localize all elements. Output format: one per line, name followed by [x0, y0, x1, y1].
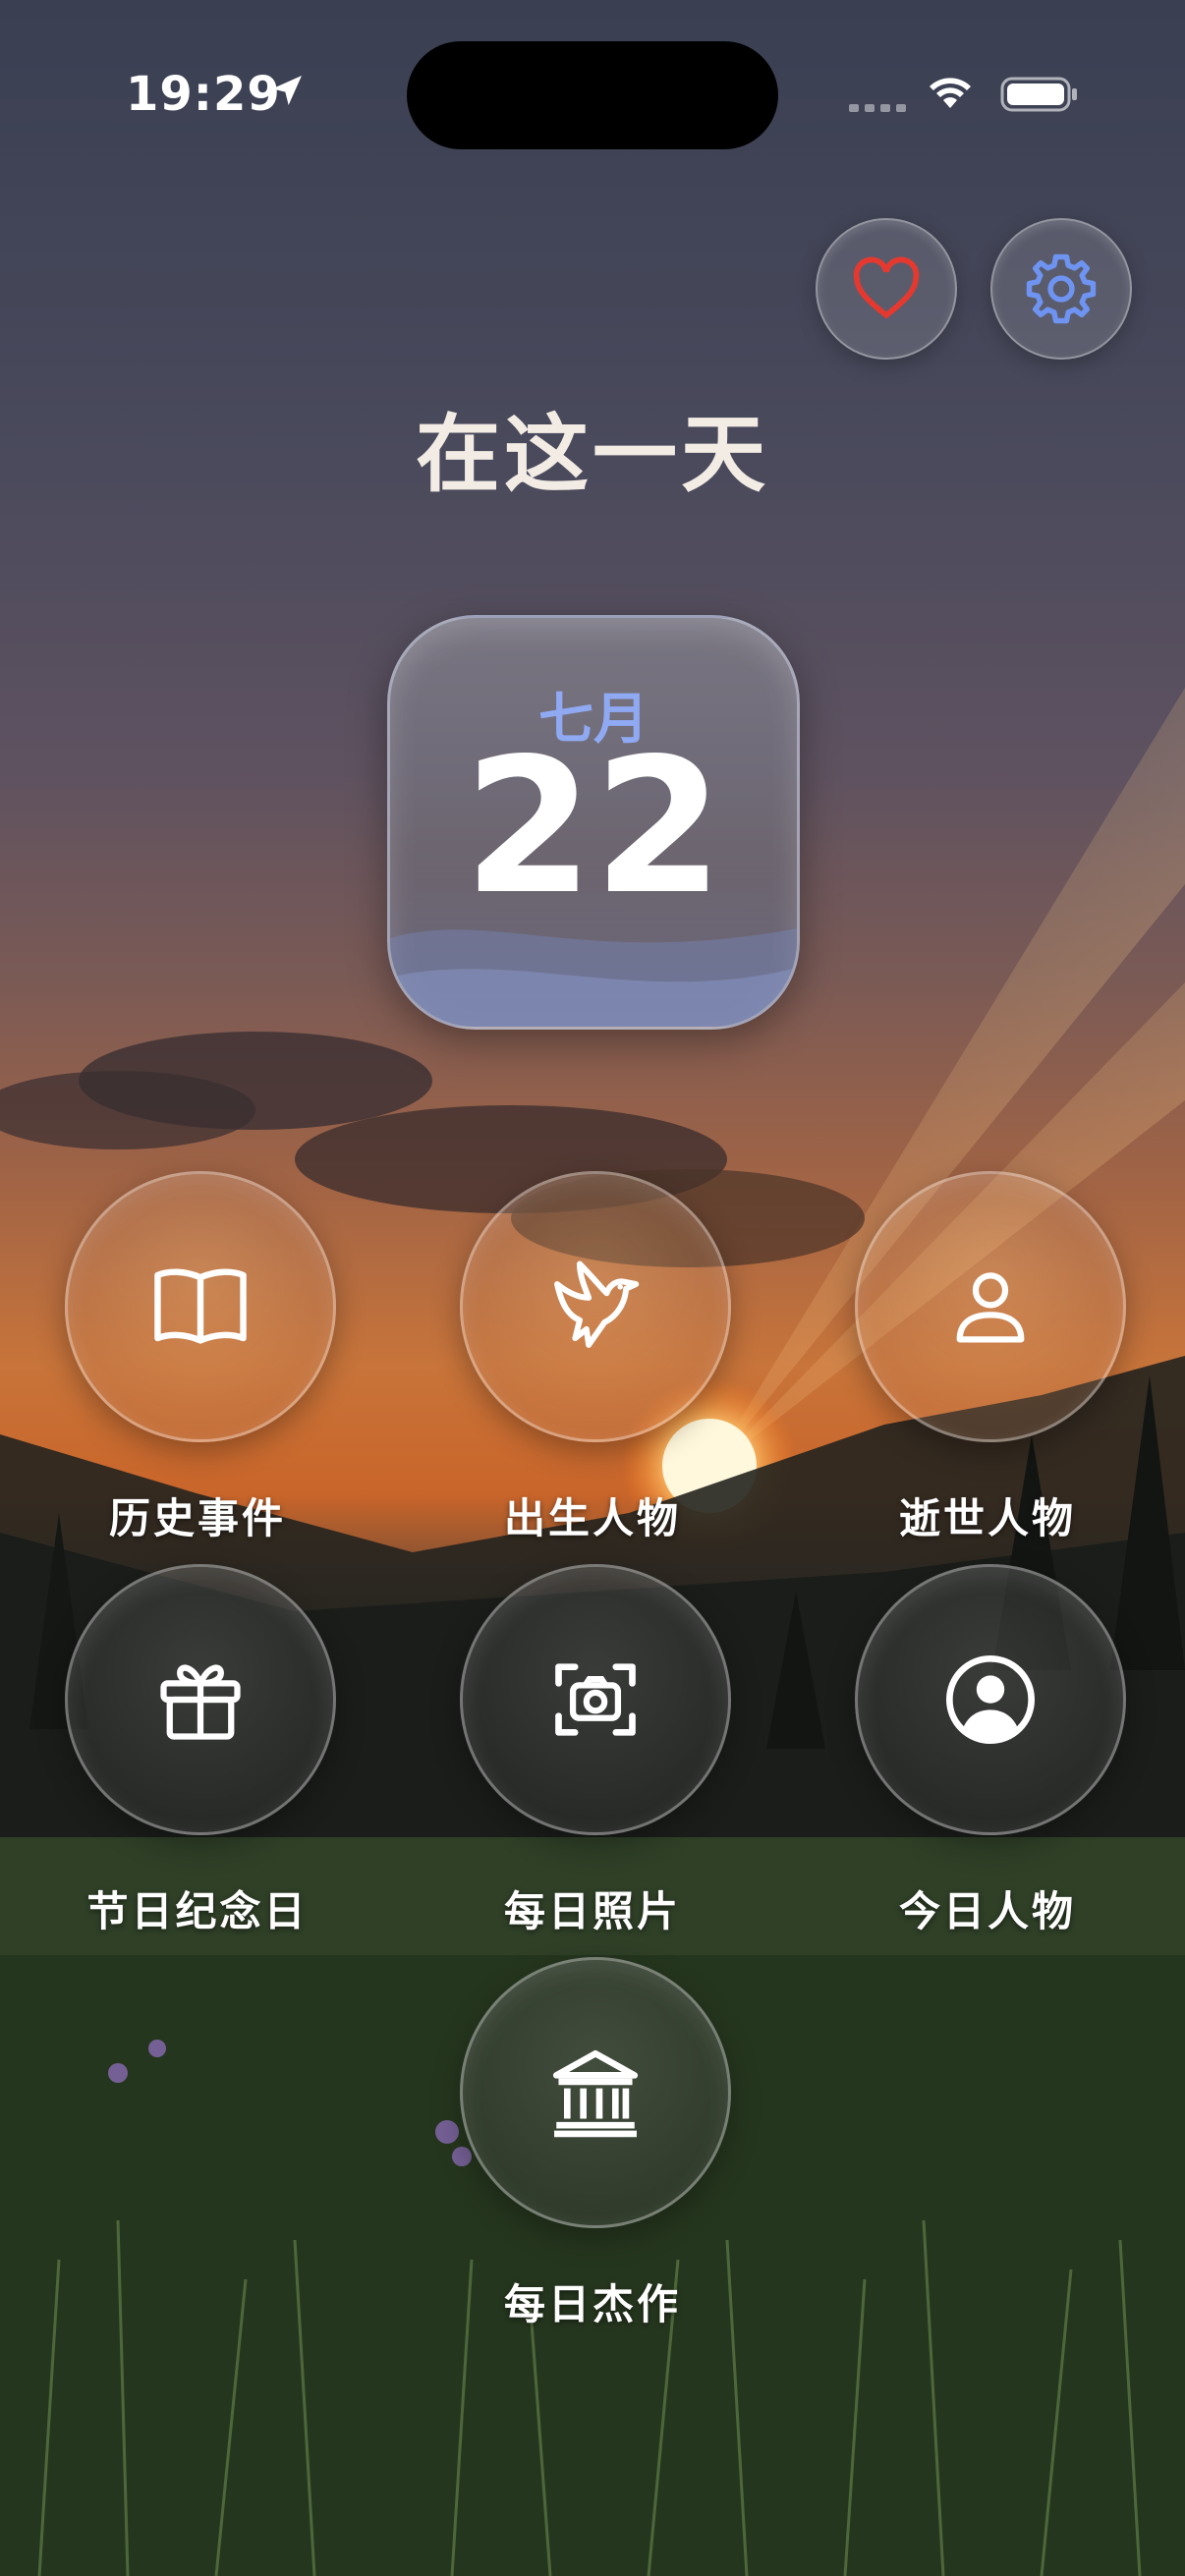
museum-icon: [552, 2049, 639, 2138]
dynamic-island: [407, 41, 778, 149]
page-title: 在这一天: [416, 406, 769, 504]
tile-person-of-day[interactable]: 今日人物: [855, 1564, 1126, 1938]
tile-label: 逝世人物: [898, 1494, 1076, 1542]
tile-label: 每日照片: [503, 1887, 681, 1935]
tile-history-events[interactable]: 历史事件: [65, 1171, 336, 1545]
deaths-button[interactable]: [855, 1171, 1126, 1442]
battery-icon: [1000, 77, 1077, 112]
wifi-icon: [930, 78, 971, 108]
tile-holidays[interactable]: 节日纪念日: [65, 1564, 336, 1938]
tile-daily-photo[interactable]: 每日照片: [460, 1564, 731, 1938]
settings-button[interactable]: [990, 218, 1132, 360]
births-button[interactable]: [460, 1171, 731, 1442]
tile-masterpiece[interactable]: 每日杰作: [460, 1957, 731, 2331]
book-icon: [154, 1268, 247, 1344]
masterpiece-button[interactable]: [460, 1957, 731, 2228]
heart-icon: [853, 256, 920, 319]
person-circle-icon: [946, 1655, 1035, 1744]
tile-label: 节日纪念日: [86, 1887, 309, 1935]
bird-icon: [554, 1260, 640, 1348]
status-bar: 19:29: [0, 0, 1185, 157]
location-arrow-icon: [272, 76, 302, 105]
status-time: 19:29: [126, 67, 281, 122]
date-card[interactable]: 七月 22: [387, 615, 800, 1030]
holidays-button[interactable]: [65, 1564, 336, 1835]
tile-label: 每日杰作: [503, 2280, 681, 2328]
favorites-button[interactable]: [816, 218, 957, 360]
date-day: 22: [463, 718, 724, 935]
tile-label: 今日人物: [898, 1887, 1076, 1935]
gift-icon: [160, 1664, 241, 1740]
tile-births[interactable]: 出生人物: [460, 1171, 731, 1545]
tile-label: 历史事件: [108, 1494, 286, 1542]
gear-icon: [1026, 253, 1097, 324]
camera-icon: [555, 1663, 636, 1736]
daily-photo-button[interactable]: [460, 1564, 731, 1835]
history-events-button[interactable]: [65, 1171, 336, 1442]
person-of-day-button[interactable]: [855, 1564, 1126, 1835]
cellular-signal-icon: [849, 104, 906, 112]
tile-deaths[interactable]: 逝世人物: [855, 1171, 1126, 1545]
tile-label: 出生人物: [503, 1494, 681, 1542]
person-icon: [956, 1272, 1025, 1343]
